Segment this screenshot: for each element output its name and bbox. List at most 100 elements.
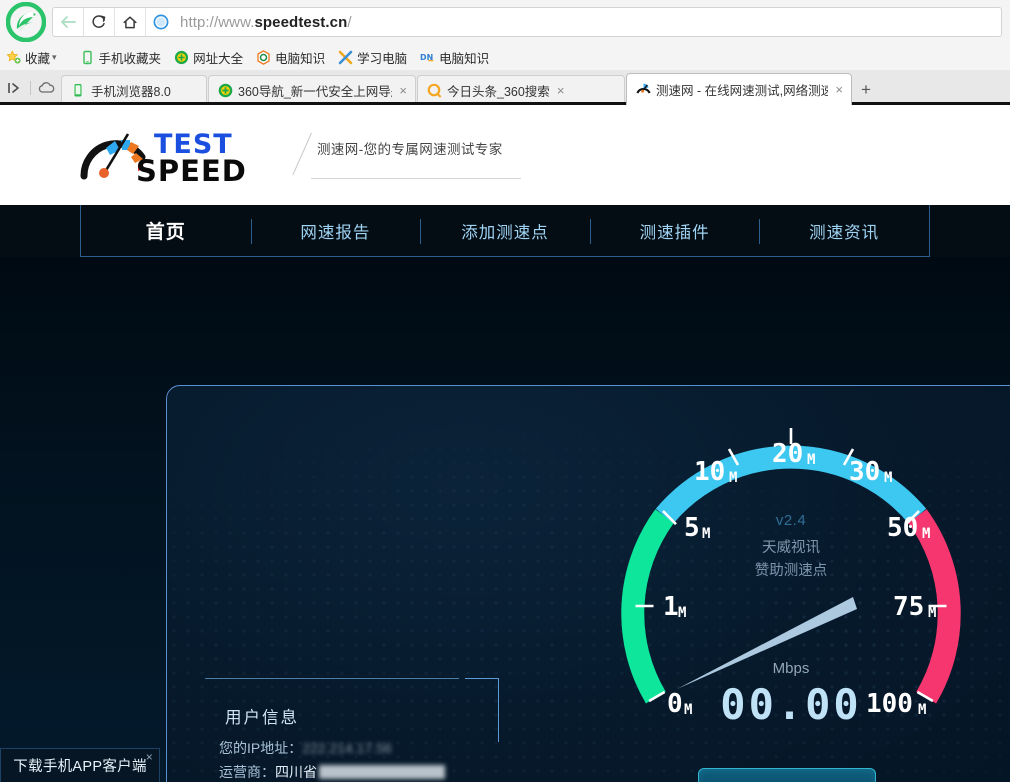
site-header: TEST SPEED 测速网-您的专属网速测试专家 xyxy=(0,105,1010,205)
svg-text:0: 0 xyxy=(667,689,683,719)
dn-icon: DN xyxy=(420,50,435,65)
nav-item-home[interactable]: 首页 xyxy=(81,205,251,257)
user-info-panel: 用户信息 您的IP地址：222.214.17.56 运营商：四川省 浏览器：Ch… xyxy=(191,678,499,782)
tab-360-nav[interactable]: 360导航_新一代安全上网导航 × xyxy=(208,75,416,105)
bookmark-label: 电脑知识 xyxy=(439,48,489,67)
panel-border-top xyxy=(205,678,459,679)
nav-item-plugin[interactable]: 测速插件 xyxy=(590,205,760,257)
new-tab-button[interactable]: + xyxy=(853,75,879,105)
bookmark-site-directory[interactable]: 网址大全 xyxy=(174,48,243,67)
tab-label: 测速网 - 在线网速测试,网络测速 xyxy=(656,80,828,99)
bookmarks-bar: 收藏 ▾ 手机收藏夹 网址大全 电脑知识 学习电脑 xyxy=(0,44,1010,70)
reload-button[interactable] xyxy=(84,8,115,36)
url-suffix: / xyxy=(347,14,351,31)
bookmark-label: 手机收藏夹 xyxy=(99,48,162,67)
svg-text:100: 100 xyxy=(866,689,913,719)
svg-text:M: M xyxy=(684,702,692,718)
phone-icon xyxy=(80,50,95,65)
bookmark-pc-knowledge-1[interactable]: 电脑知识 xyxy=(256,48,325,67)
download-app-label: 下载手机APP客户端 xyxy=(13,755,147,776)
tagline-divider-icon xyxy=(285,125,325,185)
svg-text:75: 75 xyxy=(893,592,924,622)
tab-speedtest[interactable]: 测速网 - 在线网速测试,网络测速 × xyxy=(626,73,852,105)
site-logo[interactable]: TEST SPEED xyxy=(80,120,275,191)
url-domain: speedtest.cn xyxy=(254,14,347,31)
phone-green-icon xyxy=(70,83,86,99)
hex-orange-icon xyxy=(256,50,271,65)
svg-text:M: M xyxy=(729,470,737,486)
panel-border-top-right xyxy=(465,678,499,679)
nav-item-speed-report[interactable]: 网速报告 xyxy=(251,205,421,257)
bookmark-mobile-favorites[interactable]: 手机收藏夹 xyxy=(80,48,162,67)
svg-text:10: 10 xyxy=(694,457,725,487)
svg-text:M: M xyxy=(918,702,926,718)
bookmark-favorites[interactable]: 收藏 ▾ xyxy=(6,48,67,67)
browser-logo-icon xyxy=(0,0,52,44)
site-navbar: 首页 网速报告 添加测速点 测速插件 测速资讯 xyxy=(0,205,1010,257)
sidebar-toggle-icon[interactable] xyxy=(4,77,26,99)
svg-text:30: 30 xyxy=(849,457,880,487)
row-key: 您的IP地址： xyxy=(219,740,302,756)
page-content: TEST SPEED 测速网-您的专属网速测试专家 首页 网速报告 添加测速点 … xyxy=(0,105,1010,782)
url-text[interactable]: http://www.speedtest.cn/ xyxy=(176,14,352,31)
cloud-icon[interactable] xyxy=(35,77,57,99)
user-info-rows: 您的IP地址：222.214.17.56 运营商：四川省 浏览器：Chrome … xyxy=(219,736,445,782)
tab-mobile-browser[interactable]: 手机浏览器8.0 xyxy=(61,75,207,105)
back-button[interactable] xyxy=(53,8,84,36)
chevron-down-icon[interactable]: ▾ xyxy=(52,52,57,63)
download-app-popup[interactable]: 下载手机APP客户端 × xyxy=(0,748,160,782)
site-tagline: 测速网-您的专属网速测试专家 xyxy=(317,138,503,158)
tabstrip-controls xyxy=(0,70,61,105)
bookmark-label: 收藏 xyxy=(25,48,50,67)
url-prefix: http://www. xyxy=(180,14,254,31)
svg-text:M: M xyxy=(807,452,815,468)
tab-toutiao-search[interactable]: 今日头条_360搜索 × xyxy=(417,75,625,105)
svg-text:M: M xyxy=(884,470,892,486)
tab-close-button[interactable]: × xyxy=(557,83,565,98)
bookmark-pc-knowledge-2[interactable]: DN 电脑知识 xyxy=(420,48,489,67)
bookmark-label: 电脑知识 xyxy=(275,48,325,67)
svg-text:M: M xyxy=(678,605,686,621)
bookmark-learn-pc[interactable]: 学习电脑 xyxy=(338,48,407,67)
row-value: 四川省 xyxy=(275,764,317,780)
bookmark-label: 网址大全 xyxy=(193,48,243,67)
svg-text:1: 1 xyxy=(663,592,679,622)
start-test-button[interactable]: 开始测速 xyxy=(698,768,876,782)
svg-text:50: 50 xyxy=(887,513,918,543)
tab-close-button[interactable]: × xyxy=(835,82,843,97)
bookmark-label: 学习电脑 xyxy=(357,48,407,67)
plus-circle-icon xyxy=(174,50,189,65)
svg-text:5: 5 xyxy=(684,513,700,543)
svg-text:M: M xyxy=(922,526,930,542)
svg-text:20: 20 xyxy=(772,439,803,469)
home-button[interactable] xyxy=(115,8,146,36)
speed-gauge: 0M 1M 5M 10M 20M 30M 50M 75M 100M xyxy=(581,408,1001,768)
star-favorites-icon xyxy=(6,50,21,65)
speedtest-panel: 0M 1M 5M 10M 20M 30M 50M 75M 100M v2.4 天… xyxy=(166,385,1010,782)
svg-text:M: M xyxy=(702,526,710,542)
user-info-title: 用户信息 xyxy=(225,704,299,728)
tab-label: 今日头条_360搜索 xyxy=(447,81,550,100)
svg-text:SPEED: SPEED xyxy=(136,154,247,186)
tab-close-button[interactable]: × xyxy=(399,83,407,98)
browser-navigation-bar: http://www.speedtest.cn/ xyxy=(0,0,1010,44)
site-globe-icon xyxy=(146,14,176,30)
user-info-row-isp: 运营商：四川省 xyxy=(219,760,445,782)
x-cross-icon xyxy=(338,50,353,65)
site-tagline-wrap: 测速网-您的专属网速测试专家 xyxy=(275,105,503,205)
speedtest-icon xyxy=(635,82,651,98)
360-search-icon xyxy=(426,83,442,99)
address-bar[interactable]: http://www.speedtest.cn/ xyxy=(52,7,1002,37)
close-icon[interactable]: × xyxy=(146,750,153,764)
nav-item-add-test-point[interactable]: 添加测速点 xyxy=(420,205,590,257)
user-info-row-ip: 您的IP地址：222.214.17.56 xyxy=(219,736,445,760)
test-stage: 0M 1M 5M 10M 20M 30M 50M 75M 100M v2.4 天… xyxy=(0,257,1010,782)
browser-chrome: http://www.speedtest.cn/ 收藏 ▾ 手机收藏夹 网址大全 xyxy=(0,0,1010,105)
redaction-block xyxy=(319,765,445,779)
row-value: 222.214.17.56 xyxy=(302,740,392,756)
panel-border-right xyxy=(498,678,499,742)
tab-strip: 手机浏览器8.0 360导航_新一代安全上网导航 × 今日头条_360搜索 × … xyxy=(0,70,1010,105)
toolbar-divider xyxy=(30,81,31,95)
row-key: 运营商： xyxy=(219,764,275,780)
nav-item-news[interactable]: 测速资讯 xyxy=(759,205,929,257)
